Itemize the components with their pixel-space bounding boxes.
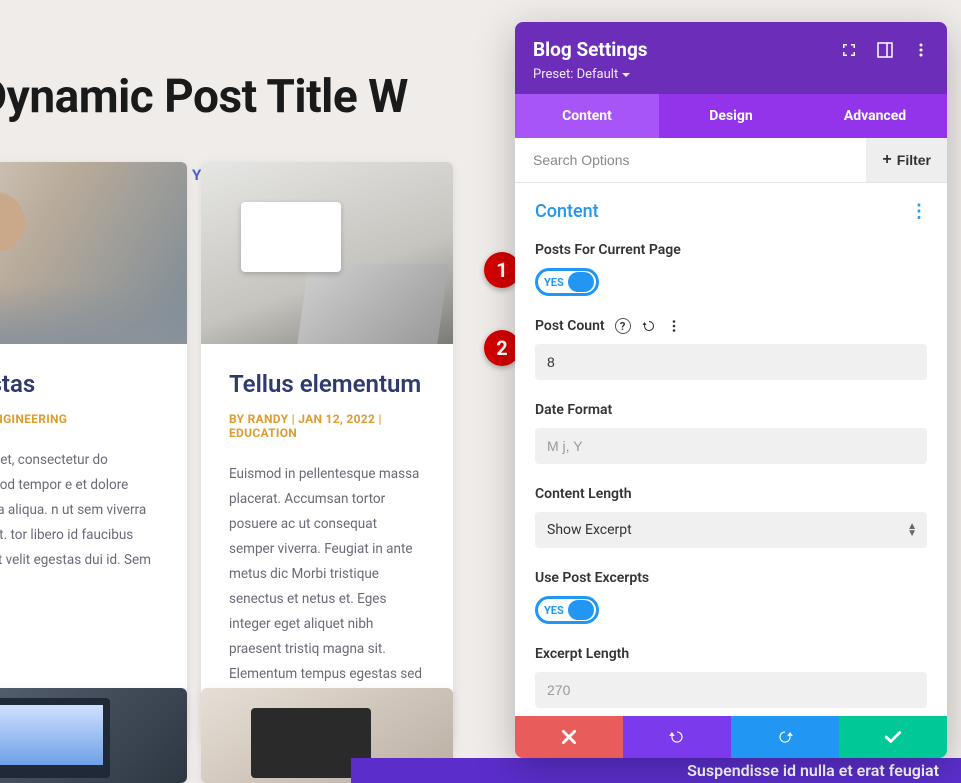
chevron-down-icon: [622, 71, 630, 79]
section-title: Content: [535, 201, 599, 222]
content-length-select[interactable]: Show Excerpt: [535, 512, 927, 548]
check-icon: [884, 728, 902, 746]
tab-advanced[interactable]: Advanced: [803, 94, 947, 138]
expand-icon[interactable]: [841, 42, 857, 58]
plus-icon: +: [882, 151, 891, 169]
card-image: [201, 162, 453, 344]
filter-label: Filter: [897, 152, 931, 168]
content-length-label: Content Length: [535, 486, 632, 502]
use-post-excerpts-toggle[interactable]: YES: [535, 596, 599, 624]
card-title: Tellus elementum: [229, 370, 425, 398]
section-more-icon[interactable]: ⋮: [910, 201, 927, 222]
blog-card[interactable]: Tellus elementum BY RANDY | JAN 12, 2022…: [201, 162, 453, 742]
date-format-input[interactable]: [535, 428, 927, 464]
reset-icon[interactable]: [641, 318, 657, 334]
card-image: [0, 688, 187, 783]
posts-current-page-label: Posts For Current Page: [535, 242, 681, 258]
toggle-yes-label: YES: [544, 276, 564, 289]
tab-content[interactable]: Content: [515, 94, 659, 138]
toggle-knob: [568, 272, 594, 292]
card-excerpt: sit amet, consectetur do eiusmod tempor …: [0, 448, 159, 573]
redo-icon: [776, 728, 794, 746]
use-post-excerpts-label: Use Post Excerpts: [535, 570, 649, 586]
snap-icon[interactable]: [877, 42, 893, 58]
filter-button[interactable]: + Filter: [866, 138, 947, 182]
panel-title: Blog Settings: [533, 38, 648, 61]
panel-footer: [515, 716, 947, 758]
excerpt-length-label: Excerpt Length: [535, 646, 629, 662]
discard-button[interactable]: [515, 716, 623, 758]
undo-icon: [668, 728, 686, 746]
blog-card[interactable]: gestas 22 | ENGINEERING sit amet, consec…: [0, 162, 187, 742]
card-image: [0, 162, 187, 344]
help-icon[interactable]: ?: [615, 318, 631, 334]
post-count-input[interactable]: [535, 344, 927, 380]
preset-dropdown[interactable]: Preset: Default: [533, 67, 929, 82]
toggle-knob: [568, 600, 594, 620]
panel-header: Blog Settings Preset: Default: [515, 22, 947, 94]
blog-settings-panel: Blog Settings Preset: Default Content De…: [515, 22, 947, 758]
bottom-banner: Suspendisse id nulla et erat feugiat: [351, 758, 961, 783]
tab-design[interactable]: Design: [659, 94, 803, 138]
field-more-icon[interactable]: [667, 319, 681, 333]
close-icon: [560, 728, 578, 746]
toggle-yes-label: YES: [544, 604, 564, 617]
search-options-input[interactable]: [515, 138, 866, 182]
excerpt-length-input[interactable]: [535, 672, 927, 708]
preset-label: Preset: Default: [533, 67, 618, 82]
card-title: gestas: [0, 370, 159, 398]
more-icon[interactable]: [913, 42, 929, 58]
save-button[interactable]: [839, 716, 947, 758]
card-meta: BY RANDY | JAN 12, 2022 | EDUCATION: [229, 412, 425, 440]
redo-button[interactable]: [731, 716, 839, 758]
card-excerpt: Euismod in pellentesque massa placerat. …: [229, 462, 425, 712]
post-count-label: Post Count: [535, 318, 605, 334]
undo-button[interactable]: [623, 716, 731, 758]
card-meta: 22 | ENGINEERING: [0, 412, 159, 426]
blog-card[interactable]: [0, 688, 187, 783]
date-format-label: Date Format: [535, 402, 612, 418]
panel-tabs: Content Design Advanced: [515, 94, 947, 138]
posts-current-page-toggle[interactable]: YES: [535, 268, 599, 296]
